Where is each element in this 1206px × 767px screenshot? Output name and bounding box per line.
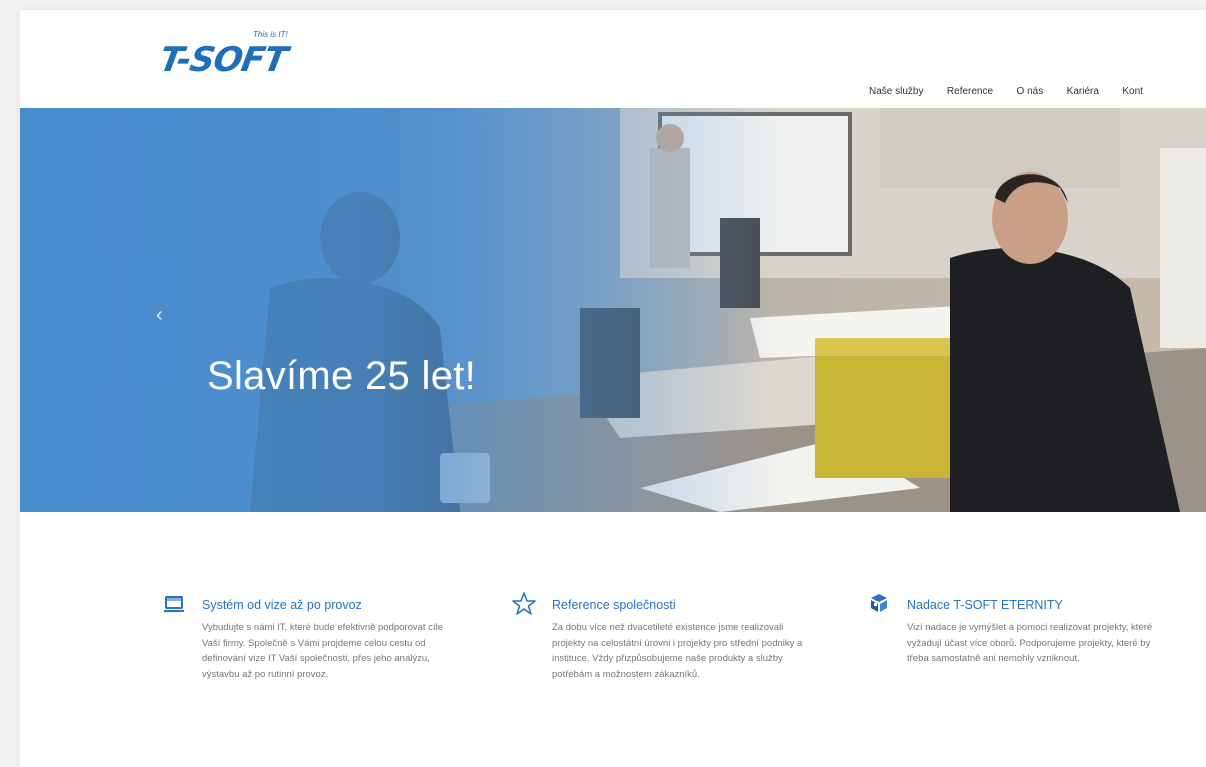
- main-nav: Naše služby Reference O nás Kariéra Kont: [869, 81, 1162, 97]
- feature-title[interactable]: Nadace T-SOFT ETERNITY: [907, 598, 1063, 612]
- nav-item-about[interactable]: O nás: [1017, 86, 1044, 97]
- nav-item-career[interactable]: Kariéra: [1067, 86, 1099, 97]
- nav-item-contact[interactable]: Kont: [1122, 86, 1143, 97]
- feature-text: Vybudujte s námi IT, které bude efektivn…: [202, 622, 443, 680]
- site-header: This is IT! T-SOFT Naše služby Reference…: [20, 10, 1206, 108]
- nav-item-services[interactable]: Naše služby: [869, 86, 923, 97]
- cubes-icon: [871, 594, 887, 612]
- hero-slider: ‹ Slavíme 25 let!: [20, 108, 1206, 512]
- nav-item-reference[interactable]: Reference: [947, 86, 993, 97]
- feature-text: Vizí nadace je vymýšlet a pomoci realizo…: [907, 622, 1153, 664]
- feature-text: Za dobu více než dvacetileté existence j…: [552, 622, 803, 680]
- monitor-icon: [164, 596, 184, 612]
- logo-tagline: This is IT!: [253, 30, 288, 39]
- slider-prev-button[interactable]: ‹: [156, 304, 163, 327]
- hero-overlay: [20, 108, 1206, 512]
- feature-title[interactable]: Systém od vize až po provoz: [202, 598, 362, 612]
- hero-title: Slavíme 25 let!: [207, 354, 477, 398]
- features-section: Systém od vize až po provoz Vybudujte s …: [20, 590, 1206, 767]
- star-icon: [512, 592, 536, 615]
- page: This is IT! T-SOFT Naše služby Reference…: [20, 10, 1206, 767]
- logo[interactable]: This is IT! T-SOFT: [156, 30, 310, 80]
- feature-title[interactable]: Reference společnosti: [552, 598, 676, 612]
- logo-text: T-SOFT: [156, 40, 290, 80]
